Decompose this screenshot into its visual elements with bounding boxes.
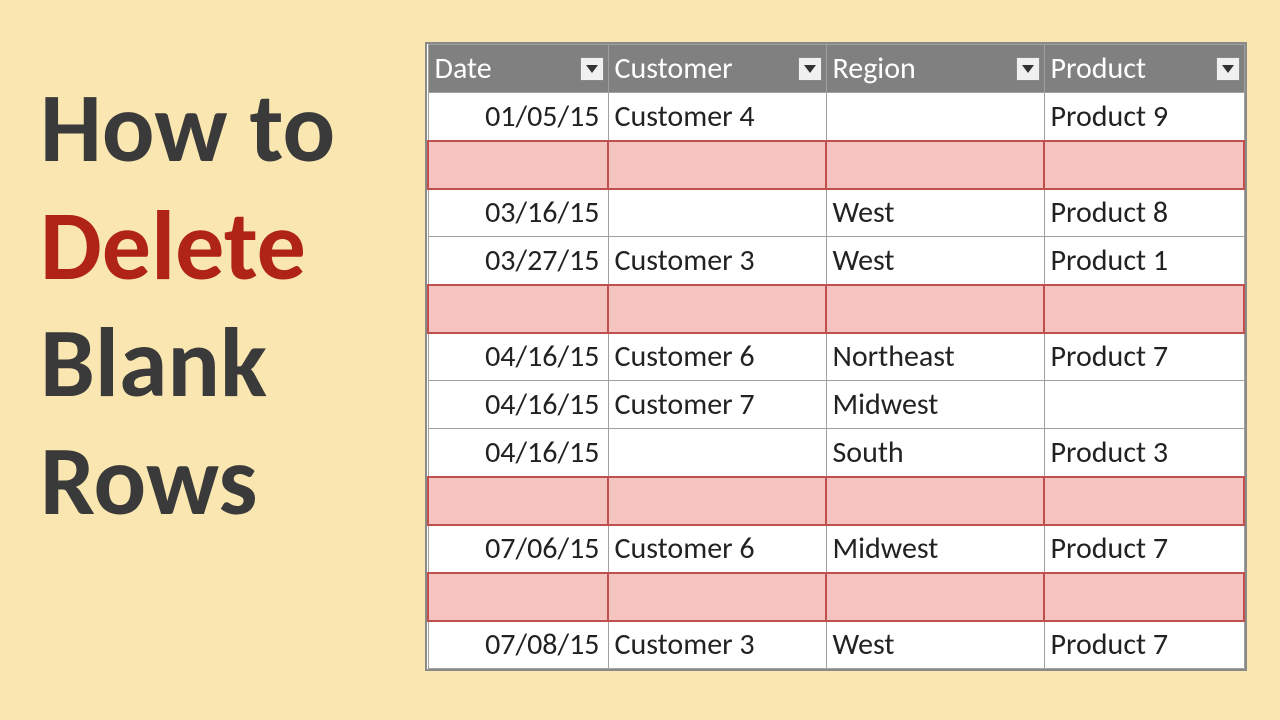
table-row[interactable]: 04/16/15Customer 7Midwest — [428, 381, 1244, 429]
cell-customer[interactable] — [608, 285, 826, 333]
table-row[interactable] — [428, 573, 1244, 621]
cell-date[interactable]: 04/16/15 — [428, 381, 608, 429]
cell-product[interactable]: Product 7 — [1044, 621, 1244, 669]
cell-customer[interactable] — [608, 477, 826, 525]
cell-customer[interactable]: Customer 4 — [608, 93, 826, 141]
cell-date[interactable]: 07/06/15 — [428, 525, 608, 573]
cell-customer[interactable]: Customer 6 — [608, 525, 826, 573]
header-date-label: Date — [435, 50, 492, 87]
cell-customer[interactable]: Customer 7 — [608, 381, 826, 429]
cell-product[interactable]: Product 7 — [1044, 333, 1244, 381]
cell-date[interactable]: 01/05/15 — [428, 93, 608, 141]
header-customer[interactable]: Customer — [608, 45, 826, 93]
cell-region[interactable] — [826, 477, 1044, 525]
table-row[interactable] — [428, 477, 1244, 525]
table-row[interactable] — [428, 285, 1244, 333]
table-row[interactable] — [428, 141, 1244, 189]
cell-date[interactable] — [428, 285, 608, 333]
cell-product[interactable] — [1044, 477, 1244, 525]
cell-customer[interactable] — [608, 141, 826, 189]
cell-product[interactable] — [1044, 573, 1244, 621]
table-row[interactable]: 01/05/15Customer 4 Product 9 — [428, 93, 1244, 141]
cell-date[interactable]: 07/08/15 — [428, 621, 608, 669]
filter-dropdown-icon[interactable] — [1216, 57, 1240, 81]
cell-region[interactable] — [826, 93, 1044, 141]
header-region[interactable]: Region — [826, 45, 1044, 93]
cell-customer[interactable]: Customer 3 — [608, 621, 826, 669]
cell-region[interactable]: Northeast — [826, 333, 1044, 381]
table-row[interactable]: 04/16/15 SouthProduct 3 — [428, 429, 1244, 477]
cell-customer[interactable]: Customer 6 — [608, 333, 826, 381]
title-line-4: Rows — [40, 423, 420, 541]
cell-product[interactable]: Product 9 — [1044, 93, 1244, 141]
table-row[interactable]: 07/06/15Customer 6MidwestProduct 7 — [428, 525, 1244, 573]
cell-customer[interactable] — [608, 573, 826, 621]
cell-product[interactable] — [1044, 381, 1244, 429]
cell-region[interactable] — [826, 285, 1044, 333]
cell-product[interactable] — [1044, 141, 1244, 189]
cell-date[interactable]: 03/16/15 — [428, 189, 608, 237]
cell-product[interactable] — [1044, 285, 1244, 333]
cell-region[interactable]: West — [826, 621, 1044, 669]
cell-product[interactable]: Product 3 — [1044, 429, 1244, 477]
cell-region[interactable]: Midwest — [826, 525, 1044, 573]
filter-dropdown-icon[interactable] — [1016, 57, 1040, 81]
cell-region[interactable]: West — [826, 237, 1044, 285]
filter-dropdown-icon[interactable] — [580, 57, 604, 81]
cell-region[interactable]: Midwest — [826, 381, 1044, 429]
cell-date[interactable]: 04/16/15 — [428, 333, 608, 381]
header-product-label: Product — [1051, 50, 1147, 87]
table-row[interactable]: 03/16/15 WestProduct 8 — [428, 189, 1244, 237]
cell-product[interactable]: Product 7 — [1044, 525, 1244, 573]
cell-date[interactable] — [428, 141, 608, 189]
table-row[interactable]: 04/16/15Customer 6NortheastProduct 7 — [428, 333, 1244, 381]
cell-region[interactable]: South — [826, 429, 1044, 477]
cell-date[interactable]: 04/16/15 — [428, 429, 608, 477]
table-header-row: Date Customer Region — [428, 45, 1244, 93]
cell-date[interactable] — [428, 573, 608, 621]
title-line-3: Blank — [40, 305, 420, 423]
cell-region[interactable] — [826, 573, 1044, 621]
header-date[interactable]: Date — [428, 45, 608, 93]
cell-customer[interactable] — [608, 429, 826, 477]
title-block: How to Delete Blank Rows — [40, 70, 420, 540]
cell-product[interactable]: Product 1 — [1044, 237, 1244, 285]
cell-region[interactable] — [826, 141, 1044, 189]
title-line-1: How to — [40, 70, 420, 188]
header-product[interactable]: Product — [1044, 45, 1244, 93]
cell-customer[interactable] — [608, 189, 826, 237]
filter-dropdown-icon[interactable] — [798, 57, 822, 81]
cell-date[interactable] — [428, 477, 608, 525]
header-region-label: Region — [833, 50, 916, 87]
cell-region[interactable]: West — [826, 189, 1044, 237]
excel-table: Date Customer Region — [425, 42, 1247, 671]
cell-product[interactable]: Product 8 — [1044, 189, 1244, 237]
title-line-2: Delete — [40, 188, 420, 306]
table-row[interactable]: 03/27/15Customer 3WestProduct 1 — [428, 237, 1244, 285]
header-customer-label: Customer — [615, 50, 733, 87]
cell-customer[interactable]: Customer 3 — [608, 237, 826, 285]
cell-date[interactable]: 03/27/15 — [428, 237, 608, 285]
table-row[interactable]: 07/08/15Customer 3WestProduct 7 — [428, 621, 1244, 669]
